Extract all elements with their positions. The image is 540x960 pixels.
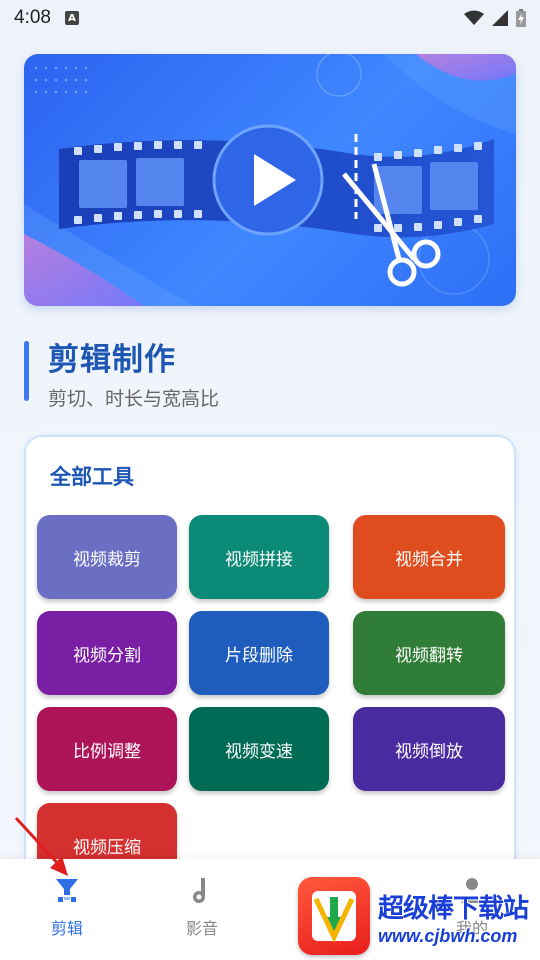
nav-label-edit: 剪辑 <box>50 919 83 938</box>
tool-video-join-button[interactable]: 视频拼接 <box>189 515 329 599</box>
tool-label: 片段删除 <box>225 645 293 666</box>
notification-a-icon: A <box>64 11 79 25</box>
watermark-title: 超级棒下载站 <box>378 894 529 924</box>
tool-video-split-button[interactable]: 视频分割 <box>37 611 177 695</box>
download-logo-icon <box>312 891 356 943</box>
section-accent-bar <box>24 341 29 401</box>
tool-label: 视频裁剪 <box>73 549 141 570</box>
tools-card: 全部工具 视频裁剪 视频拼接 视频合并 视频分割 片段删除 视频翻转 比例调整 … <box>24 435 516 895</box>
section-subtitle: 剪切、时长与宽高比 <box>48 388 220 410</box>
nav-item-edit[interactable]: 剪辑 <box>7 859 127 960</box>
tool-video-merge-button[interactable]: 视频合并 <box>353 515 505 599</box>
signal-icon <box>492 10 508 26</box>
music-note-icon <box>193 878 205 903</box>
battery-icon <box>516 9 526 27</box>
watermark-url: www.cjbwh.com <box>378 926 518 946</box>
edit-tools-icon <box>56 879 78 902</box>
tool-label: 视频合并 <box>395 549 463 570</box>
tool-label: 比例调整 <box>73 741 141 762</box>
nav-label-media: 影音 <box>185 919 218 938</box>
tool-video-crop-button[interactable]: 视频裁剪 <box>37 515 177 599</box>
section-title: 剪辑制作 <box>48 342 176 378</box>
nav-item-media[interactable]: 影音 <box>142 859 262 960</box>
banner-illustration <box>24 54 516 306</box>
tool-video-flip-button[interactable]: 视频翻转 <box>353 611 505 695</box>
watermark: 超级棒下载站 www.cjbwh.com <box>298 874 540 960</box>
tools-title: 全部工具 <box>50 465 134 489</box>
tool-label: 视频拼接 <box>225 549 293 570</box>
tool-label: 视频变速 <box>225 741 293 762</box>
play-icon <box>212 124 324 236</box>
watermark-logo <box>298 877 370 955</box>
tool-label: 视频压缩 <box>73 837 141 858</box>
tool-video-reverse-button[interactable]: 视频倒放 <box>353 707 505 791</box>
status-bar: 4:08 A <box>0 0 540 36</box>
tool-label: 视频翻转 <box>395 645 463 666</box>
tool-segment-delete-button[interactable]: 片段删除 <box>189 611 329 695</box>
wifi-icon <box>464 10 484 25</box>
tool-label: 视频倒放 <box>395 741 463 762</box>
tool-label: 视频分割 <box>73 645 141 666</box>
status-time: 4:08 <box>14 7 51 28</box>
hero-banner[interactable] <box>24 54 516 306</box>
tool-ratio-adjust-button[interactable]: 比例调整 <box>37 707 177 791</box>
tool-video-speed-button[interactable]: 视频变速 <box>189 707 329 791</box>
